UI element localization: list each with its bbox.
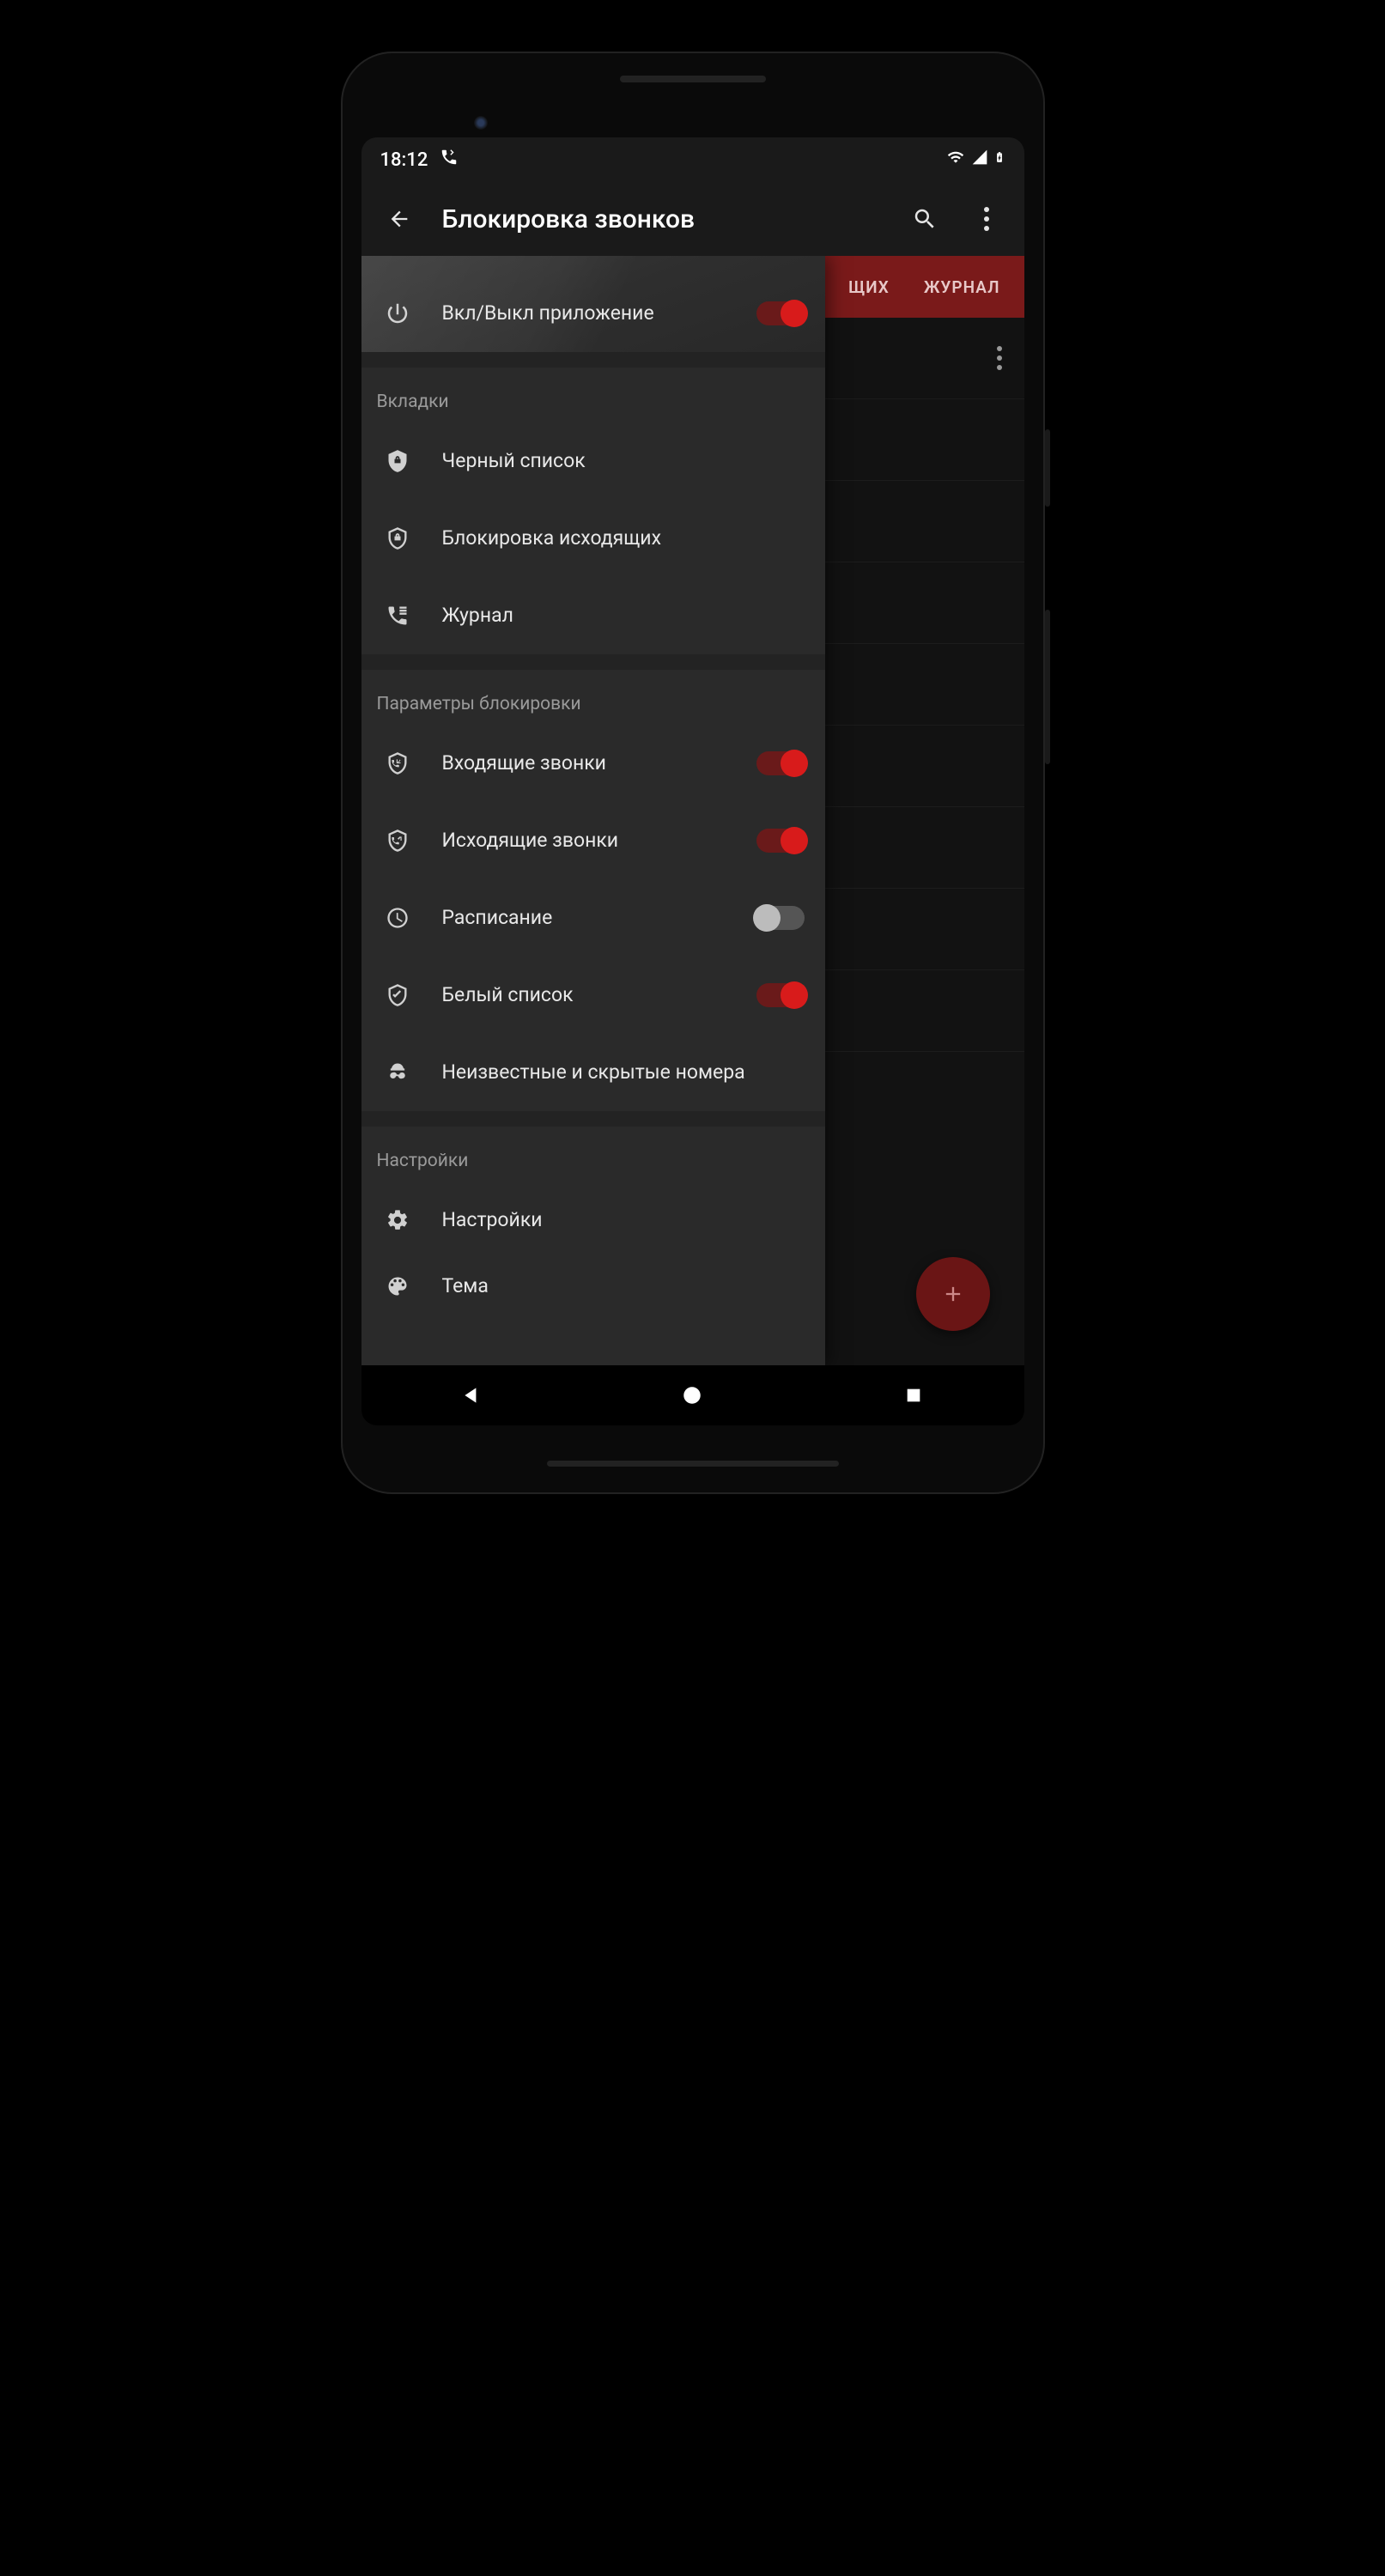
drawer-item-theme[interactable]: Тема xyxy=(361,1259,825,1302)
drawer-item-block-outgoing[interactable]: Блокировка исходящих xyxy=(361,500,825,577)
shield-check-icon xyxy=(377,983,418,1007)
plus-icon xyxy=(941,1282,965,1306)
incoming-switch[interactable] xyxy=(756,751,805,775)
outgoing-switch[interactable] xyxy=(756,829,805,853)
nav-home-button[interactable] xyxy=(673,1376,711,1414)
top-speaker xyxy=(620,76,766,82)
drawer-item-label: Неизвестные и скрытые номера xyxy=(442,1060,805,1085)
drawer-item-schedule[interactable]: Расписание xyxy=(361,879,825,957)
back-button[interactable] xyxy=(380,200,418,238)
shield-lock-outline-icon xyxy=(377,526,418,550)
status-bar: 18:12 xyxy=(361,137,1024,182)
wifi-icon xyxy=(945,149,966,171)
drawer-item-label: Настройки xyxy=(442,1207,805,1233)
drawer-item-settings[interactable]: Настройки xyxy=(361,1182,825,1259)
drawer-section-settings: Настройки xyxy=(361,1127,825,1182)
list-item[interactable] xyxy=(818,562,1024,644)
screen: 18:12 Блокировка звонков xyxy=(361,137,1024,1425)
list-item[interactable] xyxy=(818,481,1024,562)
nav-back-button[interactable] xyxy=(453,1376,490,1414)
more-vert-icon[interactable] xyxy=(997,346,1002,370)
list-item[interactable] xyxy=(818,807,1024,889)
drawer-item-incoming[interactable]: Входящие звонки xyxy=(361,725,825,802)
drawer-item-log[interactable]: Журнал xyxy=(361,577,825,654)
drawer-item-whitelist[interactable]: Белый список xyxy=(361,957,825,1034)
page-title: Блокировка звонков xyxy=(442,204,882,234)
navigation-drawer: Вкл/Выкл приложение Вкладки Черный списо… xyxy=(361,256,825,1365)
circle-home-icon xyxy=(681,1384,703,1406)
drawer-item-label: Белый список xyxy=(442,982,732,1008)
shield-outgoing-icon xyxy=(377,829,418,853)
clock-icon xyxy=(377,906,418,930)
list-item[interactable] xyxy=(818,970,1024,1052)
app-power-switch[interactable] xyxy=(756,301,805,325)
nav-recent-button[interactable] xyxy=(895,1376,932,1414)
content-area: ЩИХ ЖУРНАЛ xyxy=(361,256,1024,1365)
drawer-item-outgoing[interactable]: Исходящие звонки xyxy=(361,802,825,879)
drawer-section-params: Параметры блокировки xyxy=(361,670,825,725)
drawer-item-blacklist[interactable]: Черный список xyxy=(361,422,825,500)
list-item[interactable] xyxy=(818,726,1024,807)
fab-add-button[interactable] xyxy=(916,1257,990,1331)
side-button-volume xyxy=(1045,610,1050,764)
signal-icon xyxy=(971,149,988,171)
drawer-item-label: Расписание xyxy=(442,905,732,931)
list-item[interactable] xyxy=(818,399,1024,481)
list-item[interactable] xyxy=(818,318,1024,399)
phone-frame: 18:12 Блокировка звонков xyxy=(341,52,1045,1494)
search-button[interactable] xyxy=(906,200,944,238)
call-missed-icon xyxy=(440,148,459,172)
side-button-power xyxy=(1045,429,1050,507)
system-nav-bar xyxy=(361,1365,1024,1425)
call-log-icon xyxy=(377,604,418,628)
tab-partial[interactable]: ЩИХ xyxy=(848,277,890,297)
whitelist-switch[interactable] xyxy=(756,983,805,1007)
gear-icon xyxy=(377,1208,418,1232)
more-vert-icon xyxy=(984,207,989,231)
list-item[interactable] xyxy=(818,644,1024,726)
drawer-item-label: Журнал xyxy=(442,603,805,629)
drawer-item-label: Черный список xyxy=(442,448,805,474)
drawer-section-tabs: Вкладки xyxy=(361,368,825,422)
palette-icon xyxy=(377,1274,418,1298)
background-list xyxy=(818,318,1024,1365)
drawer-item-unknown-hidden[interactable]: Неизвестные и скрытые номера xyxy=(361,1034,825,1111)
bottom-speaker xyxy=(547,1461,839,1467)
power-icon xyxy=(377,301,418,326)
incognito-icon xyxy=(377,1060,418,1084)
square-recent-icon xyxy=(904,1386,923,1405)
drawer-item-label: Входящие звонки xyxy=(442,750,732,776)
drawer-item-label: Вкл/Выкл приложение xyxy=(442,301,732,326)
drawer-item-label: Тема xyxy=(442,1273,805,1299)
status-time: 18:12 xyxy=(380,149,428,171)
app-bar: Блокировка звонков xyxy=(361,182,1024,256)
front-camera xyxy=(474,116,488,130)
battery-icon xyxy=(993,148,1005,172)
overflow-menu-button[interactable] xyxy=(968,200,1005,238)
triangle-back-icon xyxy=(460,1384,483,1406)
drawer-item-power-toggle[interactable]: Вкл/Выкл приложение xyxy=(361,275,825,352)
list-item[interactable] xyxy=(818,889,1024,970)
drawer-item-label: Исходящие звонки xyxy=(442,828,732,854)
drawer-item-label: Блокировка исходящих xyxy=(442,526,805,551)
schedule-switch[interactable] xyxy=(756,906,805,930)
shield-incoming-icon xyxy=(377,751,418,775)
shield-lock-icon xyxy=(377,449,418,473)
tab-log[interactable]: ЖУРНАЛ xyxy=(924,277,1000,297)
